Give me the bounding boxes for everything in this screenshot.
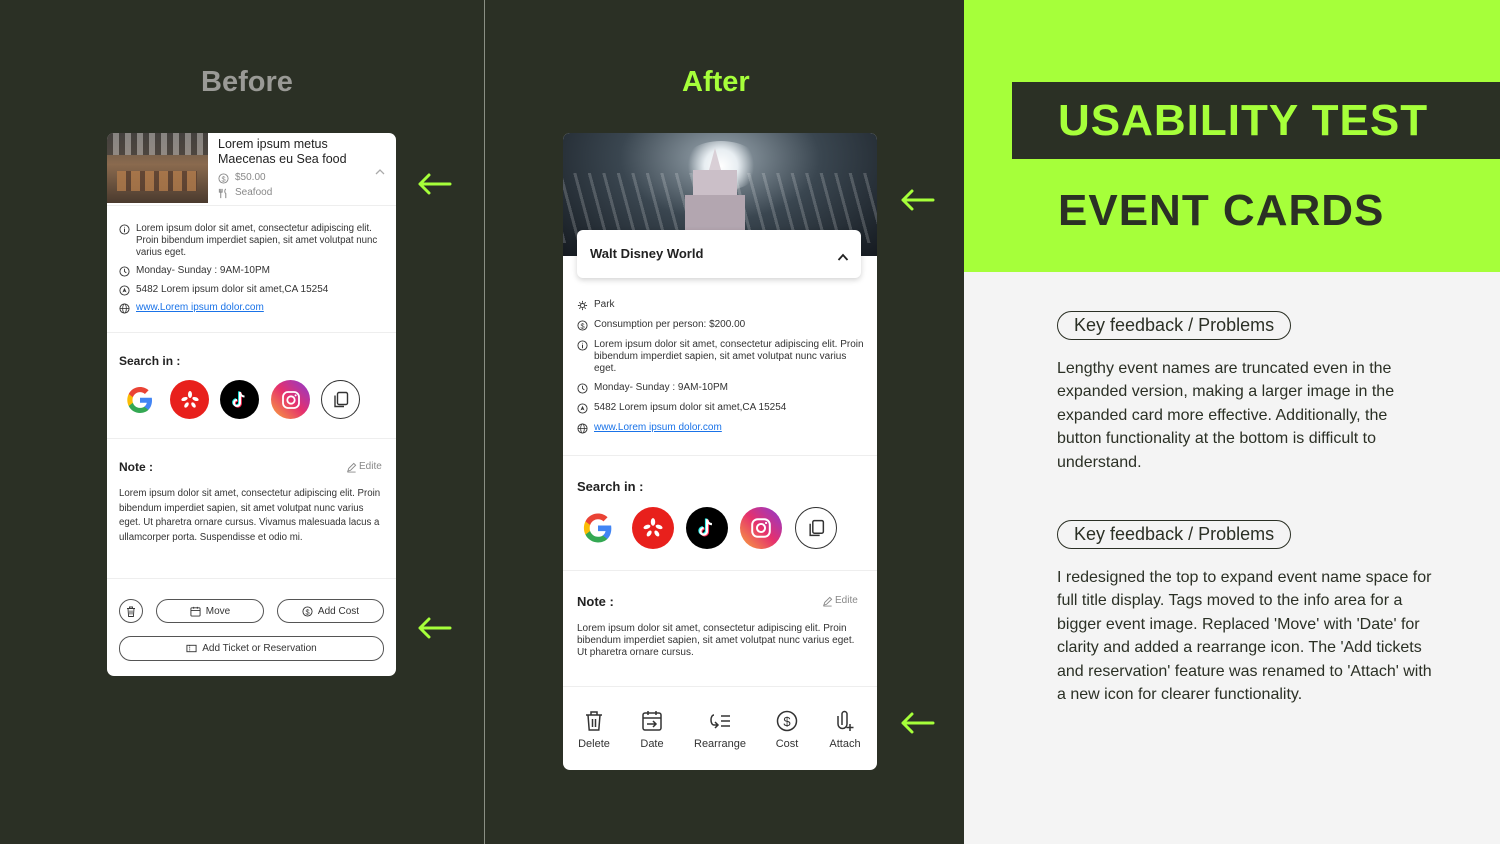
trash-icon <box>127 606 135 617</box>
pencil-icon <box>346 462 357 473</box>
fork-knife-icon <box>218 188 229 199</box>
svg-text:$: $ <box>783 714 791 729</box>
website-link[interactable]: www.Lorem ipsum dolor.com <box>594 422 722 433</box>
note-text: Lorem ipsum dolor sit amet, consectetur … <box>119 488 381 543</box>
price: $50.00 <box>235 172 266 183</box>
svg-text:$: $ <box>580 321 584 330</box>
calendar-icon <box>190 606 201 617</box>
feedback-label-1: Key feedback / Problems <box>1057 311 1292 340</box>
clock-icon <box>577 383 588 394</box>
info-icon <box>119 224 130 235</box>
title-box: USABILITY TEST <box>1012 82 1500 159</box>
website-link[interactable]: www.Lorem ipsum dolor.com <box>136 302 264 313</box>
address: 5482 Lorem ipsum dolor sit amet,CA 15254 <box>136 284 329 295</box>
search-label: Search in : <box>577 479 644 494</box>
globe-icon <box>119 303 130 314</box>
yelp-icon[interactable] <box>170 380 209 419</box>
move-button[interactable]: Move <box>156 599 264 623</box>
clock-icon <box>119 266 130 277</box>
copy-icon[interactable] <box>321 380 360 419</box>
date-action[interactable]: Date <box>636 710 668 750</box>
after-heading: After <box>682 66 750 98</box>
location-icon <box>119 285 130 296</box>
google-icon[interactable] <box>577 507 619 549</box>
note-label: Note : <box>119 460 153 474</box>
arrow-left-icon <box>416 616 452 640</box>
add-cost-button[interactable]: $ Add Cost <box>277 599 384 623</box>
arrow-left-icon <box>899 188 935 212</box>
before-panel: Before Lorem ipsum metus Maecenas eu Sea… <box>0 0 484 844</box>
event-name: Lorem ipsum metus Maecenas eu Sea food <box>218 137 347 166</box>
copy-icon[interactable] <box>795 507 837 549</box>
title-banner: USABILITY TEST EVENT CARDS <box>964 0 1500 272</box>
svg-text:$: $ <box>305 607 309 616</box>
page-subtitle: EVENT CARDS <box>1058 186 1385 235</box>
delete-button[interactable] <box>119 599 143 623</box>
before-heading: Before <box>201 66 293 98</box>
rearrange-icon <box>710 714 730 729</box>
chevron-up-icon[interactable] <box>375 163 385 181</box>
arrow-left-icon <box>416 172 452 196</box>
attach-icon <box>837 710 854 731</box>
edit-button[interactable]: Edite <box>822 595 858 607</box>
dollar-icon: $ <box>302 605 313 617</box>
tiktok-icon[interactable] <box>220 380 259 419</box>
event-title-bar[interactable]: Walt Disney World <box>577 230 861 278</box>
ticket-icon <box>186 644 197 653</box>
restaurant-thumbnail <box>107 133 208 203</box>
globe-icon <box>577 423 588 434</box>
after-panel: After Walt Disney World Park $ Consumpti… <box>485 0 964 844</box>
add-ticket-button[interactable]: Add Ticket or Reservation <box>119 636 384 661</box>
hours: Monday- Sunday : 9AM-10PM <box>594 382 728 393</box>
before-card: Lorem ipsum metus Maecenas eu Sea food $… <box>107 133 396 676</box>
description: Lorem ipsum dolor sit amet, consectetur … <box>136 223 378 258</box>
rearrange-action[interactable]: Rearrange <box>690 710 750 750</box>
delete-action[interactable]: Delete <box>576 710 612 750</box>
search-label: Search in : <box>119 354 181 368</box>
event-name: Walt Disney World <box>590 246 704 261</box>
instagram-icon[interactable] <box>271 380 310 419</box>
google-icon[interactable] <box>120 380 159 419</box>
pencil-icon <box>822 596 833 607</box>
category-icon <box>577 300 588 311</box>
dollar-icon: $ <box>577 320 588 331</box>
slide: Before Lorem ipsum metus Maecenas eu Sea… <box>0 0 1500 844</box>
trash-icon <box>586 711 602 731</box>
after-card: Walt Disney World Park $ Consumption per… <box>563 133 877 770</box>
dollar-icon: $ <box>218 173 229 184</box>
attach-action[interactable]: Attach <box>825 710 865 750</box>
svg-text:$: $ <box>221 174 225 183</box>
page-title: USABILITY TEST <box>1058 96 1429 145</box>
summary-panel: USABILITY TEST EVENT CARDS Key feedback … <box>964 0 1500 844</box>
address: 5482 Lorem ipsum dolor sit amet,CA 15254 <box>594 402 787 413</box>
category: Park <box>594 299 615 310</box>
instagram-icon[interactable] <box>740 507 782 549</box>
hours: Monday- Sunday : 9AM-10PM <box>136 265 270 276</box>
cost-action[interactable]: $ Cost <box>770 710 804 750</box>
feedback-label-2: Key feedback / Problems <box>1057 520 1292 549</box>
note-label: Note : <box>577 594 614 609</box>
calendar-icon <box>642 711 662 731</box>
description: Lorem ipsum dolor sit amet, consectetur … <box>594 339 864 374</box>
tiktok-icon[interactable] <box>686 507 728 549</box>
feedback-text-2: I redesigned the top to expand event nam… <box>1057 569 1432 704</box>
yelp-icon[interactable] <box>632 507 674 549</box>
location-icon <box>577 403 588 414</box>
dollar-icon: $ <box>776 710 798 732</box>
info-icon <box>577 340 588 351</box>
chevron-up-icon[interactable] <box>837 249 849 267</box>
tag: Seafood <box>235 187 273 198</box>
edit-button[interactable]: Edite <box>346 461 382 473</box>
note-text: Lorem ipsum dolor sit amet, consectetur … <box>577 623 855 658</box>
arrow-left-icon <box>899 711 935 735</box>
feedback-text-1: Lengthy event names are truncated even i… <box>1057 360 1395 471</box>
consumption: Consumption per person: $200.00 <box>594 319 746 330</box>
